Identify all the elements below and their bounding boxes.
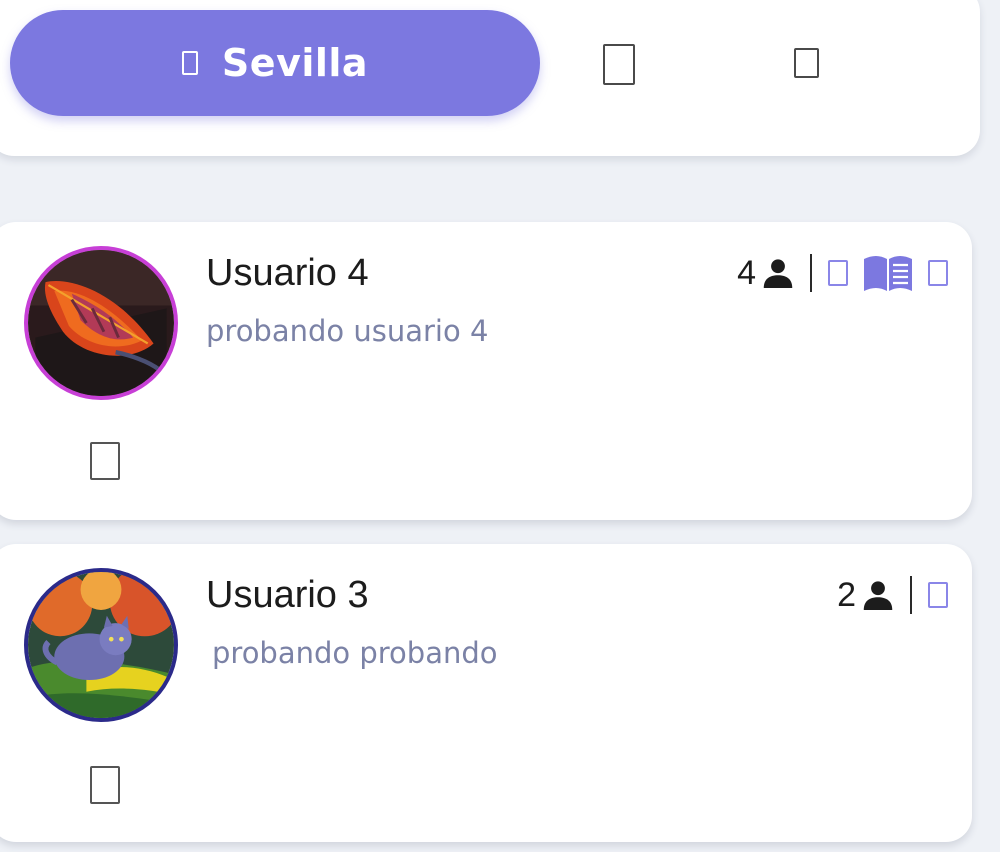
followers-count: 2 bbox=[837, 575, 856, 614]
book-icon[interactable] bbox=[862, 253, 914, 293]
edit-icon[interactable] bbox=[828, 260, 848, 286]
user-description: probando usuario 4 bbox=[206, 314, 489, 348]
user-card[interactable]: Usuario 3 probando probando 2 bbox=[0, 544, 972, 842]
city-button[interactable]: Sevilla bbox=[10, 10, 540, 116]
user-name[interactable]: Usuario 4 bbox=[206, 252, 369, 295]
comment-icon[interactable] bbox=[90, 766, 120, 804]
person-icon bbox=[763, 259, 793, 288]
grid-icon[interactable] bbox=[603, 44, 635, 85]
user-card[interactable]: Usuario 4 probando usuario 4 4 bbox=[0, 222, 972, 520]
list-icon[interactable] bbox=[794, 48, 819, 78]
top-bar: Sevilla bbox=[0, 0, 980, 156]
person-icon bbox=[863, 581, 893, 610]
user-meta: 4 bbox=[737, 250, 948, 296]
edit-icon[interactable] bbox=[928, 582, 948, 608]
comment-icon[interactable] bbox=[90, 442, 120, 480]
share-icon[interactable] bbox=[928, 260, 948, 286]
avatar[interactable] bbox=[24, 568, 178, 722]
user-name[interactable]: Usuario 3 bbox=[206, 574, 369, 617]
divider bbox=[810, 254, 812, 292]
user-description: probando probando bbox=[212, 636, 498, 670]
user-meta: 2 bbox=[837, 572, 948, 618]
page: Sevilla Usuario 4 probando usuario 4 4 U… bbox=[0, 0, 1000, 852]
avatar[interactable] bbox=[24, 246, 178, 400]
location-icon bbox=[181, 51, 198, 75]
city-button-label: Sevilla bbox=[221, 41, 369, 85]
divider bbox=[910, 576, 912, 614]
followers-count: 4 bbox=[737, 253, 756, 292]
